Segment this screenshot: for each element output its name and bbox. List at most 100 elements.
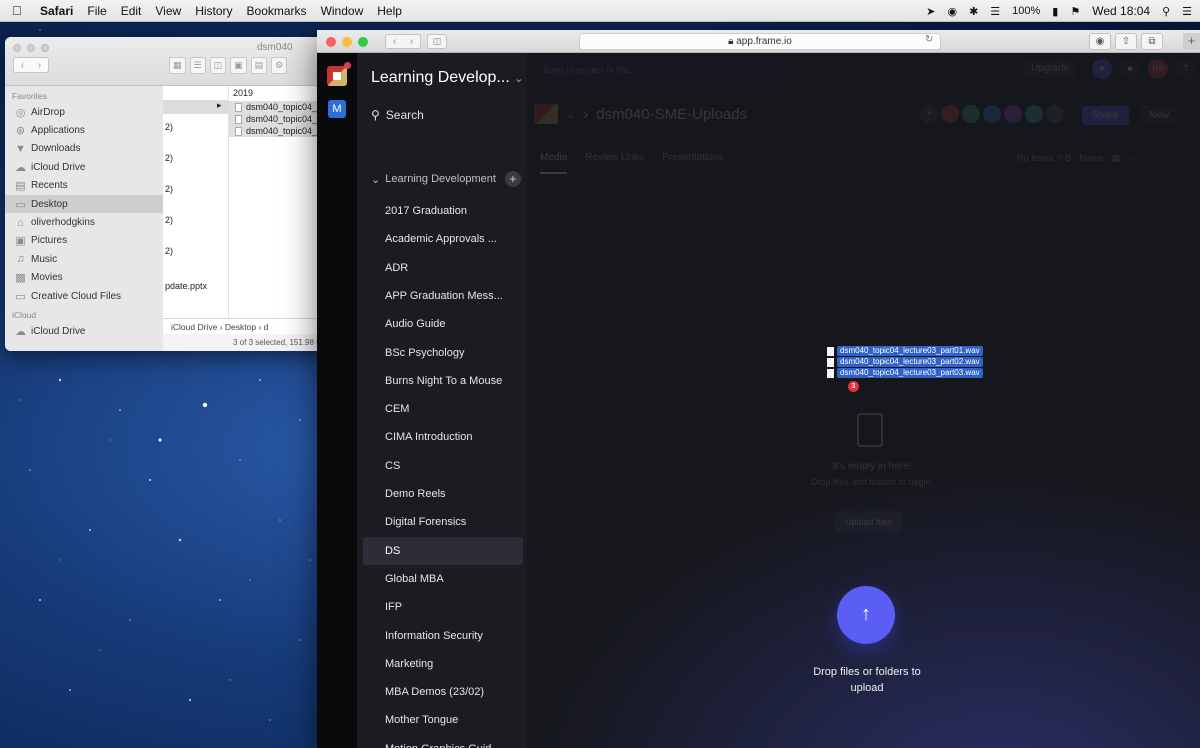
menu-help[interactable]: Help (377, 4, 402, 18)
avatar[interactable] (983, 105, 1001, 123)
team-section-header[interactable]: ⌄ Learning Development + (371, 171, 521, 187)
sidebar-item-project[interactable]: Marketing (363, 650, 523, 678)
sidebar-item-project[interactable]: Digital Forensics (363, 508, 523, 536)
back-icon[interactable]: ‹ (393, 36, 396, 47)
menu-window[interactable]: Window (321, 4, 364, 18)
sidebar-item-airdrop[interactable]: ◎ AirDrop (5, 103, 163, 121)
app-status-icon[interactable]: ◉ (947, 5, 957, 18)
menu-bookmarks[interactable]: Bookmarks (247, 4, 307, 18)
jump-search-input[interactable]: Jump to project or file... (534, 60, 794, 80)
menu-edit[interactable]: Edit (121, 4, 142, 18)
list-item[interactable]: pdate.pptx (165, 281, 207, 291)
share-icon[interactable]: ⇧ (1115, 33, 1137, 50)
zoom-button[interactable] (41, 44, 49, 52)
chevron-down-icon[interactable]: ⌄ (566, 108, 575, 121)
tabs-overview-icon[interactable]: ⧉ (1141, 33, 1163, 50)
reload-icon[interactable]: ↻ (925, 34, 933, 45)
tab-presentations[interactable]: Presentations (662, 152, 723, 174)
sidebar-item-project[interactable]: CS (363, 452, 523, 480)
flag-icon[interactable]: ⚑ (1070, 5, 1080, 18)
close-button[interactable] (326, 37, 336, 47)
path-item[interactable]: iCloud Drive (171, 322, 217, 332)
menu-history[interactable]: History (195, 4, 232, 18)
folder-title[interactable]: dsm040-SME-Uploads (596, 106, 747, 123)
gift-icon[interactable]: ★ (1092, 59, 1112, 79)
upload-arrow-icon[interactable]: ↑ (837, 586, 895, 644)
address-bar[interactable]: 🔒︎ app.frame.io (579, 33, 941, 50)
sidebar-item-project[interactable]: Mother Tongue (363, 706, 523, 734)
sidebar-item-creative-cloud[interactable]: ▭ Creative Cloud Files (5, 287, 163, 305)
grid-view-icon[interactable]: ▦ (1112, 153, 1121, 164)
search-button[interactable]: ⚲ Search (371, 108, 424, 122)
sidebar-item-icloud[interactable]: ☁ iCloud Drive (5, 322, 163, 340)
minimize-button[interactable] (342, 37, 352, 47)
group-icon[interactable]: ▤ (250, 57, 268, 74)
sidebar-item-music[interactable]: ♫ Music (5, 250, 163, 268)
menu-file[interactable]: File (87, 4, 106, 18)
icon-view-icon[interactable]: ▦ (169, 57, 186, 74)
bluetooth-icon[interactable]: ✱ (969, 5, 978, 18)
extension-icon[interactable]: ◉ (1089, 33, 1111, 50)
upgrade-button[interactable]: Upgrade (1023, 59, 1078, 78)
sidebar-item-project[interactable]: ADR (363, 254, 523, 282)
account-switcher[interactable]: M (328, 100, 346, 118)
menu-view[interactable]: View (155, 4, 181, 18)
sidebar-item-project[interactable]: MBA Demos (23/02) (363, 678, 523, 706)
add-person-icon[interactable]: + (920, 105, 938, 123)
sidebar-item-desktop[interactable]: ▭ Desktop (5, 194, 163, 214)
help-button[interactable]: ? (1176, 59, 1196, 79)
wifi-icon[interactable]: ☰ (990, 5, 1000, 18)
sidebar-item-project[interactable]: Demo Reels (363, 480, 523, 508)
team-logo-icon[interactable] (327, 66, 347, 86)
share-button[interactable]: Share (1082, 106, 1129, 125)
location-icon[interactable]: ➤ (926, 5, 935, 18)
new-button[interactable]: New (1141, 106, 1178, 125)
clock[interactable]: Wed 18:04 (1092, 4, 1150, 18)
list-view-icon[interactable]: ☰ (189, 57, 206, 74)
gallery-view-icon[interactable]: ▣ (230, 57, 247, 74)
more-icon[interactable]: ⋯ (1128, 153, 1137, 164)
path-item[interactable]: d (264, 322, 269, 332)
back-icon[interactable]: ‹ (21, 60, 24, 71)
sidebar-item-movies[interactable]: ▩ Movies (5, 269, 163, 287)
list-item[interactable]: 2) (165, 215, 173, 225)
battery-percent[interactable]: 100% (1012, 5, 1040, 17)
upload-files-button[interactable]: Upload files (835, 511, 903, 533)
avatar[interactable] (1025, 105, 1043, 123)
apple-menu-icon[interactable]:  (12, 3, 26, 18)
zoom-button[interactable] (358, 37, 368, 47)
close-button[interactable] (13, 44, 21, 52)
sidebar-item-project[interactable]: Motion Graphics Guid... (363, 735, 523, 748)
tab-review-links[interactable]: Review Links (585, 152, 644, 174)
new-tab-icon[interactable]: + (1183, 33, 1200, 50)
list-item[interactable]: 2) (165, 153, 173, 163)
column-view-icon[interactable]: ◫ (209, 57, 227, 74)
sidebar-item-project[interactable]: DS (363, 536, 523, 565)
user-icon[interactable]: ☻ (1120, 59, 1140, 79)
gear-icon[interactable]: ⚙ (271, 57, 288, 74)
avatar[interactable]: HS (1148, 59, 1168, 79)
sidebar-item-project[interactable]: Academic Approvals ... (363, 225, 523, 253)
sidebar-item-project[interactable]: 2017 Graduation (363, 197, 523, 225)
tab-media[interactable]: Media (540, 152, 568, 174)
list-item[interactable]: 2) (165, 184, 173, 194)
minimize-button[interactable] (27, 44, 35, 52)
avatar[interactable] (962, 105, 980, 123)
sidebar-item-project[interactable]: CIMA Introduction (363, 423, 523, 451)
sidebar-item-project[interactable]: Audio Guide (363, 310, 523, 338)
battery-icon[interactable]: ▮ (1052, 5, 1058, 18)
sidebar-item-project[interactable]: Burns Night To a Mouse (363, 367, 523, 395)
sidebar-item-project[interactable]: Global MBA (363, 565, 523, 593)
sidebar-item-project[interactable]: IFP (363, 593, 523, 621)
sort-dropdown[interactable]: Name (1080, 153, 1104, 164)
sidebar-item-project[interactable]: BSc Psychology (363, 339, 523, 367)
forward-icon[interactable]: › (38, 60, 41, 71)
sidebar-item-home[interactable]: ⌂ oliverhodgkins (5, 213, 163, 231)
avatar[interactable] (1004, 105, 1022, 123)
sidebar-item-recents[interactable]: ▤ Recents (5, 177, 163, 195)
sidebar-item-project[interactable]: Information Security (363, 622, 523, 650)
sidebar-item-project[interactable]: APP Graduation Mess... (363, 282, 523, 310)
add-project-button[interactable]: + (504, 171, 521, 187)
sidebar-item-project[interactable]: CEM (363, 395, 523, 423)
workspace-switcher[interactable]: Learning Develop... ⌄ (371, 69, 523, 87)
